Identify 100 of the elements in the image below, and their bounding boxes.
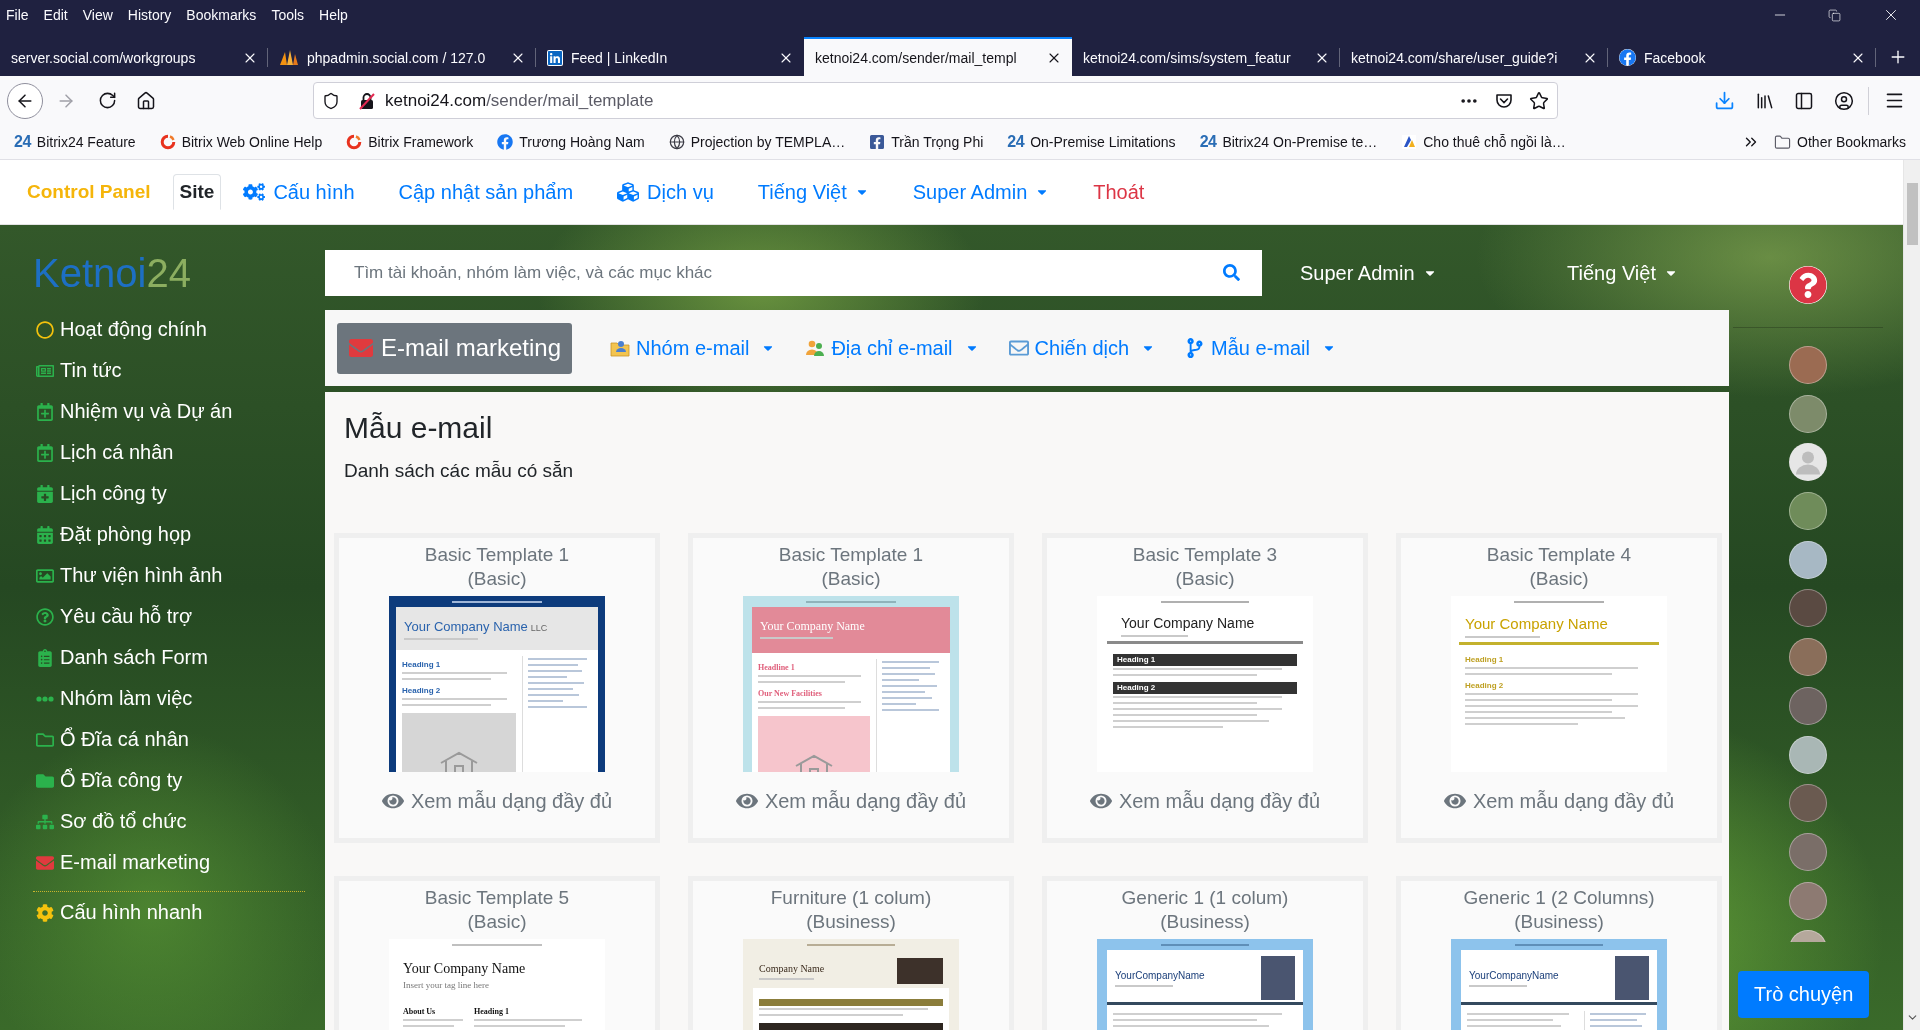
template-name: Basic Template 4 [1486,543,1632,567]
back-button[interactable] [7,82,43,119]
subnav-dropdown[interactable]: Mẫu e-mail [1185,336,1336,360]
insecure-lock-icon [358,91,376,110]
header-dropdown[interactable]: Tiếng Việt [1567,261,1678,285]
browser-tab[interactable]: ketnoi24.com/sender/mail_templ [804,37,1072,76]
sidebar-item[interactable]: Cấu hình nhanh [33,892,325,933]
sidebar-item[interactable]: Ổ Đĩa công ty [33,760,325,801]
bookmark-item[interactable]: Trần Trọng Phi [865,134,988,150]
avatar[interactable] [1789,686,1827,725]
avatar[interactable] [1789,832,1827,871]
bookmark-star-icon[interactable] [1529,90,1549,111]
shield-icon [322,91,340,110]
page-subtitle: Danh sách các mẫu có sẵn [344,459,575,483]
question-icon [36,607,54,626]
browser-tab[interactable]: server.social.com/workgroups [0,37,268,76]
photo-placeholder [897,958,943,984]
menu-item[interactable]: Bookmarks [186,5,257,25]
sidebar-item[interactable]: Sơ đồ tổ chức [33,801,325,842]
subnav-dropdown[interactable]: Nhóm e-mail [610,336,776,360]
menu-item[interactable]: File [6,5,29,25]
menu-item[interactable]: History [127,5,172,25]
nav-link[interactable]: Site [172,174,222,210]
chat-button[interactable]: Trò chuyện [1738,971,1870,1018]
url-text[interactable]: ketnoi24.com/sender/mail_template [385,90,654,111]
avatar[interactable] [1789,540,1827,579]
avatar[interactable] [1789,394,1827,433]
download-icon[interactable] [1713,90,1735,111]
menu-item[interactable]: Help [319,5,348,25]
sidebar-item[interactable]: Thư viện hình ảnh [33,555,325,596]
menu-item[interactable]: Edit [43,5,68,25]
sidebar-item[interactable]: Ổ Đĩa cá nhân [33,719,325,760]
sidebar-item[interactable]: Nhiệm vụ và Dự án [33,391,325,432]
sidebar-item[interactable]: Lịch cá nhân [33,432,325,473]
browser-tab[interactable]: ketnoi24.com/sims/system_featur [1072,37,1340,76]
clipboard-list-icon [36,648,54,667]
sidebar-item[interactable]: Đặt phòng họp [33,514,325,555]
company-name-text: Your Company Name [403,960,526,977]
folder-icon [1774,133,1792,151]
tagline-text: Insert your tag line here [403,980,490,991]
bookmark-item[interactable]: 24 Bitrix24 Feature [10,133,140,151]
bookmark-item[interactable]: Bitrix Web Online Help [155,134,327,150]
logo-text: Ketnoi24 [33,251,192,295]
account-icon[interactable] [1834,90,1854,111]
module-button[interactable]: E-mail marketing [337,322,573,374]
avatar[interactable] [1789,589,1827,628]
avatar[interactable] [1789,492,1827,531]
avatar[interactable] [1789,735,1827,774]
reload-icon[interactable] [97,91,117,110]
photo-placeholder [1615,956,1649,1000]
default-avatar-icon[interactable] [1789,443,1827,482]
subnav-dropdown[interactable]: Chiến dịch [1008,336,1156,360]
heading-text: Heading 1 [402,660,441,670]
bookmark-item[interactable]: 24 On-Premise Limitations [1003,133,1180,151]
folder-user-icon [610,339,631,357]
facebook-icon [497,134,514,150]
heading-text: About Us [403,1007,436,1017]
sidebar-item[interactable]: Nhóm làm việc [33,678,325,719]
heading-band: Heading 2 [1113,682,1297,694]
image-icon [36,566,54,585]
view-template-link[interactable]: Xem mẫu dạng đầy đủ [1443,789,1675,813]
browser-tab[interactable]: Feed | LinkedIn [536,37,804,76]
search-field[interactable]: Tìm tài khoản, nhóm làm việc, và các mục khác [325,250,1262,296]
sails-icon [279,49,299,66]
sidebar-item[interactable]: Lịch công ty [33,473,325,514]
view-template-link[interactable]: Xem mẫu dạng đầy đủ [1089,789,1321,813]
sidebar-item[interactable]: Yêu cầu hỗ trợ [33,596,325,637]
subnav-dropdown[interactable]: Địa chỉ e-mail [805,336,979,360]
bookmark-item[interactable]: Other Bookmarks [1770,133,1910,151]
help-icon[interactable] [1789,266,1827,304]
company-name-text: Your Company Name [404,619,528,635]
bookmark-item[interactable]: Cho thuê chỗ ngồi là… [1397,134,1570,150]
bookmark-item[interactable]: Projection by TEMPLA… [664,134,850,150]
bitrix24-logo: 24 [14,133,31,151]
sidebar-icon[interactable] [1794,90,1814,111]
view-template-link[interactable]: Xem mẫu dạng đầy đủ [381,789,613,813]
sidebar-item[interactable]: E-mail marketing [33,842,325,883]
search-icon[interactable] [1223,264,1240,281]
browser-tab[interactable]: ketnoi24.com/share/user_guide?i [1340,37,1608,76]
scrollbar-thumb[interactable] [1906,183,1918,245]
address-bar[interactable]: ketnoi24.com/sender/mail_template [313,82,1558,119]
calendar-icon [36,525,54,544]
bookmark-item[interactable]: Bitrix Framework [342,134,478,150]
menu-item[interactable]: Tools [271,5,305,25]
home-icon[interactable] [136,90,156,111]
sidebar-item[interactable]: Tin tức [33,350,325,391]
bookmark-item[interactable]: Trương Hoàng Nam [493,134,649,150]
avatar[interactable] [1789,784,1827,823]
avatar[interactable] [1789,346,1827,384]
menu-item[interactable]: View [82,5,113,25]
view-template-link[interactable]: Xem mẫu dạng đầy đủ [735,789,967,813]
avatar[interactable] [1789,638,1827,677]
browser-tab[interactable]: Facebook [1608,37,1876,76]
company-name-text: YourCompanyName [1115,969,1205,982]
sidebar-item[interactable]: Danh sách Form [33,637,325,678]
header-dropdown[interactable]: Super Admin [1300,261,1437,285]
bookmark-item[interactable]: 24 Bitrix24 On-Premise te… [1195,133,1382,151]
restore-icon[interactable] [1828,8,1841,22]
browser-tab[interactable]: phpadmin.social.com / 127.0 [268,37,536,76]
sidebar-item[interactable]: Hoạt động chính [33,309,325,350]
